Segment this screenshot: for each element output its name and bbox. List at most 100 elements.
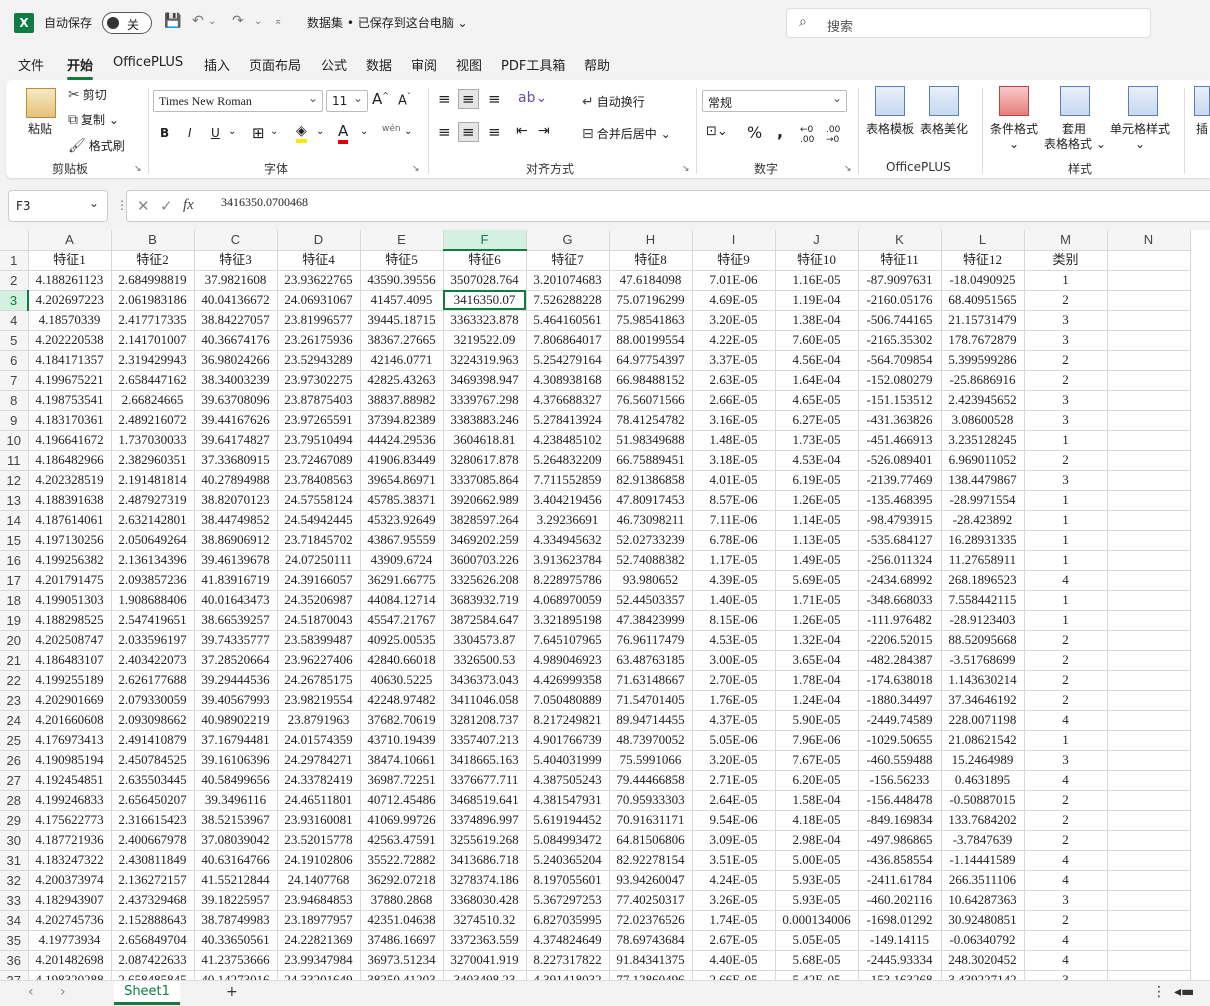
cell[interactable]: 4.387505243 (526, 770, 610, 791)
column-header[interactable]: J (775, 230, 859, 251)
phonetic-icon[interactable]: wén (382, 124, 401, 134)
cell[interactable]: 248.3020452 (941, 950, 1025, 971)
cell[interactable]: 2.66824665 (111, 390, 195, 411)
cell[interactable]: 4.202745736 (28, 910, 112, 931)
column-header[interactable]: D (277, 230, 361, 251)
cell[interactable]: 1.26E-05 (775, 610, 859, 631)
cell[interactable] (1107, 610, 1191, 631)
cell[interactable]: 4.192454851 (28, 770, 112, 791)
cell[interactable]: 特征11 (858, 250, 942, 271)
cell[interactable]: 1.58E-04 (775, 790, 859, 811)
cell[interactable]: 23.97265591 (277, 410, 361, 431)
row-header[interactable]: 28 (0, 790, 29, 811)
row-header[interactable]: 2 (0, 270, 29, 291)
cell[interactable]: 42146.0771 (360, 350, 444, 371)
cell[interactable]: 4.202220538 (28, 330, 112, 351)
cell[interactable]: 特征6 (443, 250, 527, 271)
cell[interactable]: 23.8791963 (277, 710, 361, 731)
cell[interactable]: 1.40E-05 (692, 590, 776, 611)
cell[interactable] (1107, 730, 1191, 751)
cell-table[interactable]: ABCDEFGHIJKLMN 1 特征1 特征2 特征3 特征4 特征5 特征6 特征7 特征8… (0, 230, 1191, 980)
cell[interactable]: 4.183170361 (28, 410, 112, 431)
cell[interactable]: 2.489216072 (111, 410, 195, 431)
cell[interactable]: 21.15731479 (941, 310, 1025, 331)
cell[interactable]: 23.58399487 (277, 630, 361, 651)
cell[interactable]: 1 (1024, 530, 1108, 551)
cell[interactable]: 3357407.213 (443, 730, 527, 751)
cell[interactable]: -28.9971554 (941, 490, 1025, 511)
cell[interactable]: 2.050649264 (111, 530, 195, 551)
cell[interactable]: 23.78408563 (277, 470, 361, 491)
cell[interactable]: 3.37E-05 (692, 350, 776, 371)
cell[interactable]: 82.91386858 (609, 470, 693, 491)
cell[interactable]: 3683932.719 (443, 590, 527, 611)
cell[interactable]: 23.79510494 (277, 430, 361, 451)
cell[interactable]: 37880.2868 (360, 890, 444, 911)
align-top-icon[interactable]: ≡ (438, 90, 451, 108)
cell[interactable]: 3411046.058 (443, 690, 527, 711)
cell[interactable]: 37394.82389 (360, 410, 444, 431)
cell[interactable]: 8.57E-06 (692, 490, 776, 511)
cell[interactable]: 39445.18715 (360, 310, 444, 331)
cell[interactable]: 2 (1024, 830, 1108, 851)
underline-dropdown-icon[interactable]: ⌄ (228, 126, 236, 137)
cell[interactable]: 23.97302275 (277, 370, 361, 391)
cell[interactable]: -564.709854 (858, 350, 942, 371)
cell[interactable]: 3 (1024, 390, 1108, 411)
cell[interactable]: 5.42E-05 (775, 970, 859, 980)
menu-insert[interactable]: 插入 (204, 55, 230, 74)
cell[interactable]: 3413686.718 (443, 850, 527, 871)
cell[interactable]: 89.94714455 (609, 710, 693, 731)
cell[interactable]: 2.430811849 (111, 850, 195, 871)
cell[interactable]: 40.58499656 (194, 770, 278, 791)
function-icon[interactable]: fx (183, 197, 194, 214)
cell[interactable] (1107, 650, 1191, 671)
cell[interactable]: 2 (1024, 810, 1108, 831)
column-header[interactable]: N (1107, 230, 1191, 251)
cell[interactable]: 2.656450207 (111, 790, 195, 811)
menu-pdf-tools[interactable]: PDF工具箱 (501, 55, 565, 74)
next-sheet-icon[interactable]: › (60, 984, 66, 1000)
cell[interactable]: 3.321895198 (526, 610, 610, 631)
cell[interactable]: 41906.83449 (360, 450, 444, 471)
cell[interactable]: 38.82070123 (194, 490, 278, 511)
cell[interactable]: 23.93160081 (277, 810, 361, 831)
cell[interactable]: 2.66E-05 (692, 970, 776, 980)
row-header[interactable]: 18 (0, 590, 29, 611)
cell[interactable]: 21.08621542 (941, 730, 1025, 751)
cell[interactable]: 42840.66018 (360, 650, 444, 671)
row-header[interactable]: 32 (0, 870, 29, 891)
cell[interactable]: 24.54942445 (277, 510, 361, 531)
cell[interactable]: 46.73098211 (609, 510, 693, 531)
cell[interactable]: 2.547419651 (111, 610, 195, 631)
name-box[interactable]: F3 (8, 190, 108, 222)
cell[interactable] (1107, 250, 1191, 271)
cell[interactable]: 51.98349688 (609, 430, 693, 451)
cell[interactable]: 2.635503445 (111, 770, 195, 791)
cell[interactable]: 2.67E-05 (692, 930, 776, 951)
cell[interactable]: 1.143630214 (941, 670, 1025, 691)
cell[interactable]: 23.94684853 (277, 890, 361, 911)
cell[interactable]: -535.684127 (858, 530, 942, 551)
cell[interactable]: 7.645107965 (526, 630, 610, 651)
row-header[interactable]: 8 (0, 390, 29, 411)
cell[interactable]: 4.184171357 (28, 350, 112, 371)
cell[interactable]: 4.24E-05 (692, 870, 776, 891)
cell[interactable]: 1 (1024, 590, 1108, 611)
cell[interactable]: 23.71845702 (277, 530, 361, 551)
cell[interactable]: 4.18570339 (28, 310, 112, 331)
row-header[interactable]: 16 (0, 550, 29, 571)
cell[interactable]: 71.54701405 (609, 690, 693, 711)
cell[interactable]: 1 (1024, 550, 1108, 571)
cell[interactable]: 3280617.878 (443, 450, 527, 471)
cell[interactable]: 1.32E-04 (775, 630, 859, 651)
cell[interactable]: 37.16794481 (194, 730, 278, 751)
menu-view[interactable]: 视图 (456, 55, 482, 74)
cell[interactable]: 8.227317822 (526, 950, 610, 971)
cell[interactable]: 7.60E-05 (775, 330, 859, 351)
cell[interactable]: 5.404031999 (526, 750, 610, 771)
cell[interactable]: 4.989046923 (526, 650, 610, 671)
cell[interactable]: 78.41254782 (609, 410, 693, 431)
cell[interactable] (1107, 330, 1191, 351)
fill-dropdown-icon[interactable]: ⌄ (316, 126, 324, 137)
